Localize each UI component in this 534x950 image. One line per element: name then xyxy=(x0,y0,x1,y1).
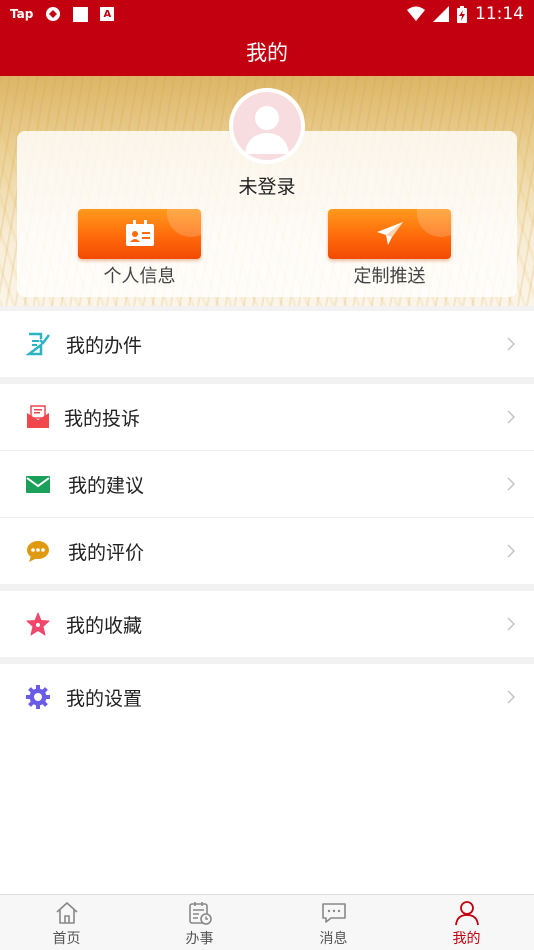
login-status-text[interactable]: 未登录 xyxy=(0,172,534,199)
menu-item-my-favorites[interactable]: 我的收藏 xyxy=(0,591,534,657)
status-bar: Tap A 11:14 xyxy=(0,0,534,28)
custom-push-label: 定制推送 xyxy=(353,266,426,287)
battery-icon xyxy=(457,5,467,23)
avatar[interactable] xyxy=(229,88,305,164)
home-icon xyxy=(55,902,78,924)
menu-item-label: 我的建议 xyxy=(68,474,145,497)
paper-plane-icon xyxy=(376,222,403,245)
menu-item-my-cases[interactable]: 我的办件 xyxy=(0,311,534,377)
tab-mine[interactable]: 我的 xyxy=(400,895,533,950)
tab-messages[interactable]: 消息 xyxy=(267,895,400,950)
menu-item-my-settings[interactable]: 我的设置 xyxy=(0,664,534,730)
clock: 11:14 xyxy=(475,4,524,24)
tab-label: 首页 xyxy=(52,931,81,947)
menu-item-label: 我的投诉 xyxy=(64,407,141,430)
envelope-open-icon xyxy=(27,405,49,428)
custom-push-button[interactable] xyxy=(328,209,451,259)
a-notification-icon: A xyxy=(100,7,115,21)
chevron-right-icon xyxy=(507,477,516,491)
bottom-tab-bar: 首页 办事 消息 我的 xyxy=(0,894,534,950)
document-check-icon xyxy=(26,332,50,356)
menu-item-my-reviews[interactable]: 我的评价 xyxy=(0,518,534,584)
menu-item-label: 我的收藏 xyxy=(66,614,143,637)
sync-icon xyxy=(46,7,61,21)
tab-home[interactable]: 首页 xyxy=(0,895,133,950)
tab-label: 我的 xyxy=(452,931,481,947)
notification-square-icon xyxy=(73,6,89,22)
id-card-icon xyxy=(125,220,154,246)
personal-info-label: 个人信息 xyxy=(103,266,176,287)
envelope-icon xyxy=(26,476,50,493)
content-blank-area xyxy=(0,730,534,894)
chevron-right-icon xyxy=(507,337,516,351)
message-icon xyxy=(321,903,346,923)
wifi-icon xyxy=(407,6,425,21)
tap-app-icon: Tap xyxy=(10,7,34,21)
user-avatar-icon xyxy=(245,106,289,154)
chevron-right-icon xyxy=(507,544,516,558)
tab-label: 消息 xyxy=(319,931,348,947)
personal-info-button[interactable] xyxy=(78,209,201,259)
page-title: 我的 xyxy=(0,28,534,76)
calendar-clock-icon xyxy=(188,902,212,925)
tab-services[interactable]: 办事 xyxy=(133,895,266,950)
menu-item-my-complaints[interactable]: 我的投诉 xyxy=(0,384,534,450)
chevron-right-icon xyxy=(507,617,516,631)
star-icon xyxy=(26,612,50,636)
chevron-right-icon xyxy=(507,410,516,424)
signal-icon xyxy=(433,6,449,22)
menu-item-label: 我的办件 xyxy=(66,334,143,357)
menu-item-label: 我的设置 xyxy=(66,687,143,710)
person-icon xyxy=(454,901,479,926)
menu-item-label: 我的评价 xyxy=(68,541,145,564)
chat-bubble-icon xyxy=(27,541,49,562)
tab-label: 办事 xyxy=(185,931,214,947)
chevron-right-icon xyxy=(507,690,516,704)
gear-icon xyxy=(26,685,50,709)
menu-item-my-suggestions[interactable]: 我的建议 xyxy=(0,451,534,517)
